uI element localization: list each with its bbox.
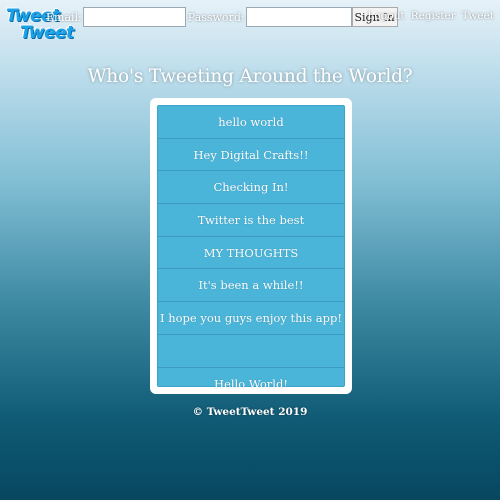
nav-tweet-link[interactable]: Tweet: [462, 10, 494, 22]
tweet-item: hello world: [158, 106, 344, 139]
login-form: Email: Password: Sign In: [46, 7, 398, 27]
tweet-feed: hello world Hey Digital Crafts!! Checkin…: [150, 98, 352, 394]
email-label: Email:: [46, 10, 82, 24]
page-title: Who's Tweeting Around the World?: [87, 66, 413, 87]
tweet-item: Twitter is the best: [158, 204, 344, 237]
tweet-item: I hope you guys enjoy this app!: [158, 302, 344, 335]
tweet-list: hello world Hey Digital Crafts!! Checkin…: [157, 105, 345, 391]
top-nav: Logout Register Tweet: [367, 10, 494, 22]
tweet-item: It's been a while!!: [158, 269, 344, 303]
footer-copyright: © TweetTweet 2019: [192, 406, 308, 418]
tweet-item: Checking In!: [158, 171, 344, 205]
logo-line2: Tweet: [20, 23, 74, 43]
email-field[interactable]: [82, 7, 186, 27]
nav-register-link[interactable]: Register: [411, 10, 456, 22]
tweet-item: MY THOUGHTS: [158, 237, 344, 270]
tweet-item: Hey Digital Crafts!!: [158, 139, 344, 172]
password-label: Password:: [187, 10, 245, 24]
password-field[interactable]: [245, 7, 352, 27]
tweet-item: [158, 335, 344, 368]
nav-logout-link[interactable]: Logout: [367, 10, 404, 22]
tweet-item: Hello World!: [214, 376, 288, 391]
